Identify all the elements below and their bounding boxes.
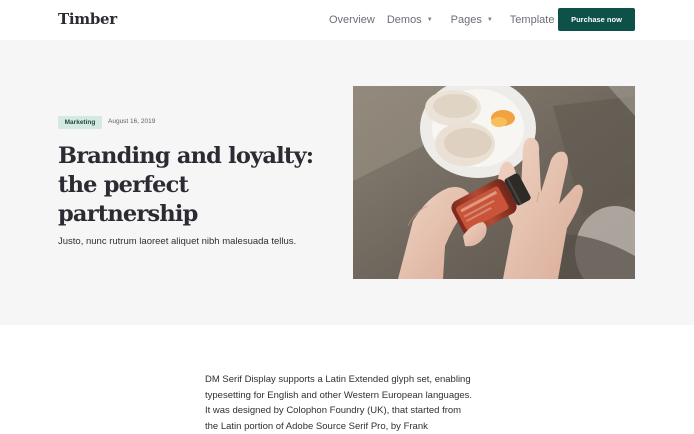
post-date: August 16, 2019 [108, 118, 155, 125]
nav-item-label: Pages [451, 14, 482, 26]
article-line: typesetting for English and other Wester… [205, 388, 505, 404]
title-line: partnership [58, 200, 338, 229]
nav-item-label: Template [510, 14, 555, 26]
nav-item-demos[interactable]: Demos ▼ [387, 14, 433, 26]
caret-down-icon: ▼ [427, 17, 433, 23]
top-navbar: Timber Overview Demos ▼ Pages ▼ Template… [0, 0, 694, 40]
article-body: DM Serif Display supports a Latin Extend… [205, 372, 505, 434]
main-nav: Overview Demos ▼ Pages ▼ Template ▼ [329, 13, 565, 27]
title-line: Branding and loyalty: [58, 142, 338, 171]
nav-item-label: Demos [387, 14, 422, 26]
nav-item-overview[interactable]: Overview [329, 14, 375, 26]
article-line: DM Serif Display supports a Latin Extend… [205, 372, 505, 388]
photo-hands-holding-supplement-bottle-icon [353, 86, 635, 279]
category-tag[interactable]: Marketing [58, 116, 102, 129]
page-title: Branding and loyalty: the perfect partne… [58, 142, 338, 229]
nav-item-pages[interactable]: Pages ▼ [451, 14, 493, 26]
purchase-now-button[interactable]: Purchase now [558, 8, 635, 31]
site-logo[interactable]: Timber [58, 10, 117, 28]
article-line: the Latin portion of Adobe Source Serif … [205, 419, 505, 434]
nav-item-label: Overview [329, 14, 375, 26]
caret-down-icon: ▼ [487, 17, 493, 23]
title-line: the perfect [58, 171, 338, 200]
article-line: It was designed by Colophon Foundry (UK)… [205, 403, 505, 419]
hero-image [353, 86, 635, 279]
lead-paragraph: Justo, nunc rutrum laoreet aliquet nibh … [58, 236, 296, 247]
